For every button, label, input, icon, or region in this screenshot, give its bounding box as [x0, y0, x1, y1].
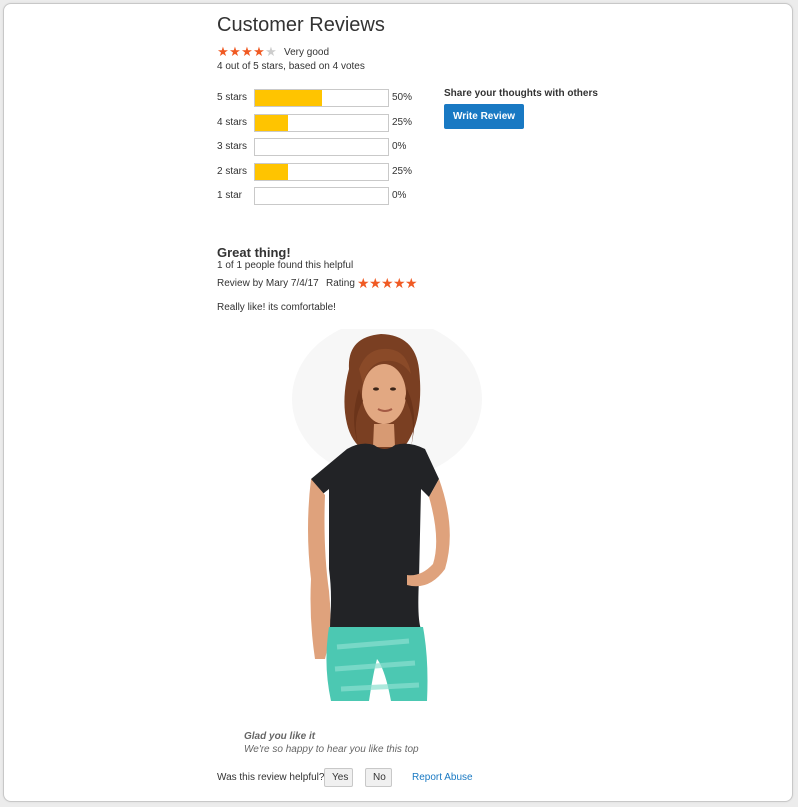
- distribution-percent: 25%: [392, 117, 413, 128]
- distribution-percent: 0%: [392, 141, 407, 152]
- reply-body: We're so happy to hear you like this top: [244, 744, 419, 755]
- distribution-bar-fill: [255, 115, 289, 131]
- star-icon: ★: [265, 44, 277, 59]
- write-review-button[interactable]: Write Review: [444, 104, 524, 129]
- helpful-question: Was this review helpful?: [217, 772, 325, 783]
- distribution-row-5[interactable]: 5 stars 50%: [217, 89, 437, 107]
- review-body: Really like! its comfortable!: [217, 302, 336, 313]
- star-icon: ★: [241, 44, 253, 59]
- page-frame: Customer Reviews ★ ★ ★ ★ ★ Very good 4 o…: [3, 3, 793, 802]
- distribution-label: 4 stars: [217, 117, 248, 128]
- distribution-percent: 25%: [392, 166, 413, 177]
- distribution-bar: [254, 89, 389, 107]
- star-icon: ★: [217, 44, 229, 59]
- distribution-bar: [254, 138, 389, 156]
- woman-photo-illustration: [292, 329, 482, 701]
- distribution-row-4[interactable]: 4 stars 25%: [217, 114, 437, 132]
- distribution-label: 3 stars: [217, 141, 248, 152]
- share-prompt: Share your thoughts with others: [444, 88, 598, 99]
- review-author-date: Review by Mary 7/4/17: [217, 278, 319, 289]
- distribution-bar-fill: [255, 90, 322, 106]
- distribution-label: 5 stars: [217, 92, 248, 103]
- distribution-label: 1 star: [217, 190, 243, 201]
- distribution-row-1[interactable]: 1 star 0%: [217, 187, 437, 205]
- summary-rating-stars: ★ ★ ★ ★ ★: [217, 45, 277, 59]
- star-icon: ★: [229, 44, 241, 59]
- helpful-no-button[interactable]: No: [365, 768, 392, 787]
- section-title: Customer Reviews: [217, 14, 385, 36]
- star-icon: ★: [393, 275, 406, 291]
- review-rating-stars: ★ ★ ★ ★ ★: [357, 275, 418, 291]
- review-rating-label: Rating: [326, 278, 355, 289]
- distribution-row-2[interactable]: 2 stars 25%: [217, 163, 437, 181]
- reviews-section: Customer Reviews ★ ★ ★ ★ ★ Very good 4 o…: [4, 4, 792, 801]
- distribution-row-3[interactable]: 3 stars 0%: [217, 138, 437, 156]
- distribution-bar: [254, 187, 389, 205]
- distribution-percent: 0%: [392, 190, 407, 201]
- distribution-bar: [254, 114, 389, 132]
- star-icon: ★: [253, 44, 265, 59]
- helpful-yes-button[interactable]: Yes: [324, 768, 353, 787]
- distribution-bar-fill: [255, 164, 289, 180]
- report-abuse-link[interactable]: Report Abuse: [412, 772, 473, 783]
- summary-rating-label: Very good: [284, 47, 330, 58]
- star-icon: ★: [369, 275, 382, 291]
- distribution-label: 2 stars: [217, 166, 248, 177]
- star-icon: ★: [405, 275, 418, 291]
- review-helpful-count: 1 of 1 people found this helpful: [217, 260, 354, 271]
- review-photo[interactable]: [289, 329, 484, 701]
- summary-text: 4 out of 5 stars, based on 4 votes: [217, 61, 365, 72]
- review-title: Great thing!: [217, 245, 291, 260]
- distribution-percent: 50%: [392, 92, 413, 103]
- star-icon: ★: [381, 275, 394, 291]
- star-icon: ★: [357, 275, 370, 291]
- distribution-bar: [254, 163, 389, 181]
- reply-title: Glad you like it: [244, 731, 316, 742]
